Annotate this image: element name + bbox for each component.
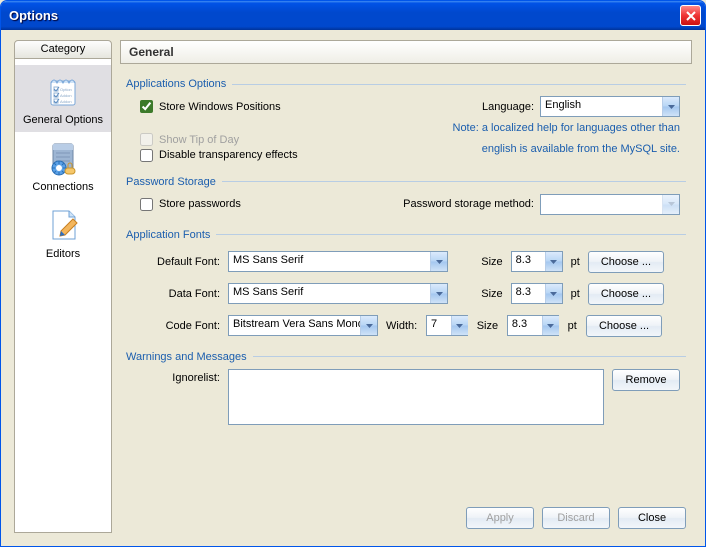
size-label: Size	[477, 320, 499, 332]
checkbox-input[interactable]	[140, 198, 153, 211]
main-body: Applications Options Store Windows Posit…	[120, 64, 692, 497]
code-width-select[interactable]: 7	[426, 315, 469, 336]
footer: Apply Discard Close	[120, 497, 692, 533]
remove-button[interactable]: Remove	[612, 369, 680, 391]
ignorelist-textarea[interactable]	[228, 369, 604, 425]
checkbox-input[interactable]	[140, 100, 153, 113]
select-value: MS Sans Serif	[228, 251, 448, 272]
language-note-line1: Note: a localized help for languages oth…	[453, 121, 681, 136]
divider	[253, 356, 686, 357]
default-size-select[interactable]: 8.3	[511, 251, 563, 272]
apply-button: Apply	[466, 507, 534, 529]
select-value	[540, 194, 680, 215]
choose-default-font-button[interactable]: Choose ...	[588, 251, 664, 273]
category-connections[interactable]: Connections	[15, 132, 111, 199]
category-general-options[interactable]: Option Addon Addon General Options	[15, 65, 111, 132]
main-pane: General Applications Options Store Windo…	[120, 40, 692, 533]
document-edit-icon	[43, 205, 83, 245]
size-label: Size	[481, 288, 502, 300]
checkbox-input	[140, 133, 153, 146]
client-area: Category Option Addon Addon	[4, 30, 702, 543]
notepad-icon: Option Addon Addon	[43, 71, 83, 111]
code-size-select[interactable]: 8.3	[507, 315, 560, 336]
main-header: General	[120, 40, 692, 64]
category-label: General Options	[23, 114, 103, 126]
group-title: Warnings and Messages	[126, 351, 247, 363]
discard-button: Discard	[542, 507, 610, 529]
category-editors[interactable]: Editors	[15, 199, 111, 266]
svg-text:Option: Option	[60, 87, 72, 92]
select-value: MS Sans Serif	[228, 283, 448, 304]
language-label: Language:	[482, 101, 534, 113]
category-label: Connections	[32, 181, 93, 193]
svg-text:Addon: Addon	[60, 93, 72, 98]
data-size-select[interactable]: 8.3	[511, 283, 563, 304]
ignorelist-label: Ignorelist:	[140, 369, 220, 384]
select-value: English	[540, 96, 680, 117]
select-value: Bitstream Vera Sans Mono	[228, 315, 378, 336]
checkbox-label: Store passwords	[159, 198, 241, 210]
language-select[interactable]: English	[540, 96, 680, 117]
choose-data-font-button[interactable]: Choose ...	[588, 283, 664, 305]
size-label: Size	[481, 256, 502, 268]
checkbox-show-tip: Show Tip of Day	[140, 133, 239, 146]
titlebar[interactable]: Options	[1, 1, 705, 30]
group-title: Applications Options	[126, 78, 226, 90]
close-button[interactable]: Close	[618, 507, 686, 529]
checkbox-store-passwords[interactable]: Store passwords	[140, 198, 241, 211]
select-value: 8.3	[511, 283, 563, 304]
close-window-button[interactable]	[680, 5, 701, 26]
window-title: Options	[9, 8, 680, 23]
checkbox-label: Store Windows Positions	[159, 101, 281, 113]
group-applications-options: Applications Options Store Windows Posit…	[126, 78, 686, 162]
pt-label: pt	[571, 256, 580, 268]
code-font-label: Code Font:	[140, 320, 220, 332]
checkbox-label: Disable transparency effects	[159, 149, 298, 161]
category-label: Editors	[46, 248, 80, 260]
checkbox-label: Show Tip of Day	[159, 134, 239, 146]
divider	[222, 181, 686, 182]
password-method-select	[540, 194, 680, 215]
checkbox-input[interactable]	[140, 149, 153, 162]
group-title: Password Storage	[126, 176, 216, 188]
default-font-label: Default Font:	[140, 256, 220, 268]
pt-label: pt	[571, 288, 580, 300]
width-label: Width:	[386, 320, 418, 332]
pt-label: pt	[568, 320, 578, 332]
category-header: Category	[14, 40, 112, 59]
svg-text:Addon: Addon	[60, 99, 72, 104]
select-value: 7	[426, 315, 468, 336]
group-warnings-messages: Warnings and Messages Ignorelist: Remove	[126, 351, 686, 425]
data-font-select[interactable]: MS Sans Serif	[228, 283, 448, 304]
data-font-label: Data Font:	[140, 288, 220, 300]
language-note-line2: english is available from the MySQL site…	[482, 142, 680, 157]
category-sidebar: Category Option Addon Addon	[14, 40, 112, 533]
choose-code-font-button[interactable]: Choose ...	[586, 315, 663, 337]
options-window: Options Category Option	[0, 0, 706, 547]
checkbox-store-positions[interactable]: Store Windows Positions	[140, 100, 281, 113]
category-list: Option Addon Addon General Options	[14, 59, 112, 533]
server-icon	[43, 138, 83, 178]
divider	[232, 84, 686, 85]
divider	[216, 234, 686, 235]
group-password-storage: Password Storage Store passwords Passwor…	[126, 176, 686, 215]
password-method-label: Password storage method:	[403, 198, 534, 210]
group-application-fonts: Application Fonts Default Font: MS Sans …	[126, 229, 686, 337]
group-title: Application Fonts	[126, 229, 210, 241]
default-font-select[interactable]: MS Sans Serif	[228, 251, 448, 272]
checkbox-disable-transparency[interactable]: Disable transparency effects	[140, 149, 298, 162]
select-value: 8.3	[507, 315, 559, 336]
select-value: 8.3	[511, 251, 563, 272]
code-font-select[interactable]: Bitstream Vera Sans Mono	[228, 315, 378, 336]
